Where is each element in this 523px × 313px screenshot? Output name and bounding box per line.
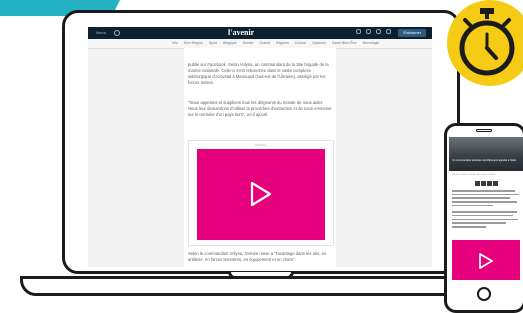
laptop-base — [20, 276, 486, 296]
nav-item[interactable]: Monde — [243, 41, 254, 45]
site-header: Menu l'avenir S'abonner — [88, 27, 432, 39]
video-thumbnail[interactable] — [197, 149, 325, 240]
play-icon[interactable] — [478, 252, 494, 270]
phone-speaker — [476, 129, 492, 132]
article-paragraph-1: publié sur Facebook. Selon Volyna, un co… — [188, 62, 329, 85]
laptop-screen: Menu l'avenir S'abonner Info Mon Région Sp… — [88, 27, 432, 267]
video-label: Publicité — [255, 143, 267, 147]
grid-icon[interactable] — [386, 29, 391, 34]
phone-home-button[interactable] — [477, 287, 491, 301]
user-icon[interactable] — [356, 29, 361, 34]
phone-video-thumbnail[interactable] — [452, 240, 520, 280]
stopwatch-icon — [459, 8, 515, 76]
article-paragraph-2: "Nous appelons et supplions tous les dir… — [188, 100, 332, 117]
nav-item[interactable]: Mon Région — [184, 41, 203, 45]
nav-item[interactable]: Sport — [209, 41, 217, 45]
site-logo[interactable]: l'avenir — [228, 28, 254, 37]
share-icon[interactable] — [487, 181, 492, 186]
nav-item[interactable]: Opinions — [312, 41, 326, 45]
nav-item[interactable]: Gratuit — [259, 41, 270, 45]
phone-headline: Un commandant ukrainien de Marioupol app… — [452, 159, 516, 162]
phone-meta: Publié le 20/04 à 10h36 – Mis à jour à 1… — [452, 174, 496, 176]
play-icon[interactable] — [250, 181, 272, 207]
share-icon[interactable] — [493, 181, 498, 186]
phone-share-bar — [475, 181, 501, 186]
nav-item[interactable]: Nécrologie — [363, 41, 380, 45]
phone-text-lines — [452, 190, 520, 230]
home-icon[interactable] — [376, 29, 381, 34]
nav-item[interactable]: Belgique — [223, 41, 237, 45]
share-icon[interactable] — [481, 181, 486, 186]
search-icon[interactable] — [114, 30, 120, 36]
nav-item[interactable]: Info — [172, 41, 178, 45]
article-body: publié sur Facebook. Selon Volyna, un co… — [184, 48, 336, 267]
article-paragraph-3: Selon le commandant Volyna, l'armée russ… — [188, 251, 327, 262]
phone-screen: Un commandant ukrainien de Marioupol app… — [449, 137, 523, 280]
bell-icon[interactable] — [366, 29, 371, 34]
menu-button[interactable]: Menu — [96, 30, 106, 35]
phone-hero-image: Un commandant ukrainien de Marioupol app… — [449, 137, 523, 171]
nav-item[interactable]: Culture — [295, 41, 306, 45]
nav-item[interactable]: Régions — [276, 41, 289, 45]
subscribe-button[interactable]: S'abonner — [398, 29, 426, 37]
nav-item[interactable]: Santé Bien-Être — [332, 41, 357, 45]
share-icon[interactable] — [475, 181, 480, 186]
video-player[interactable]: Publicité — [188, 140, 334, 246]
